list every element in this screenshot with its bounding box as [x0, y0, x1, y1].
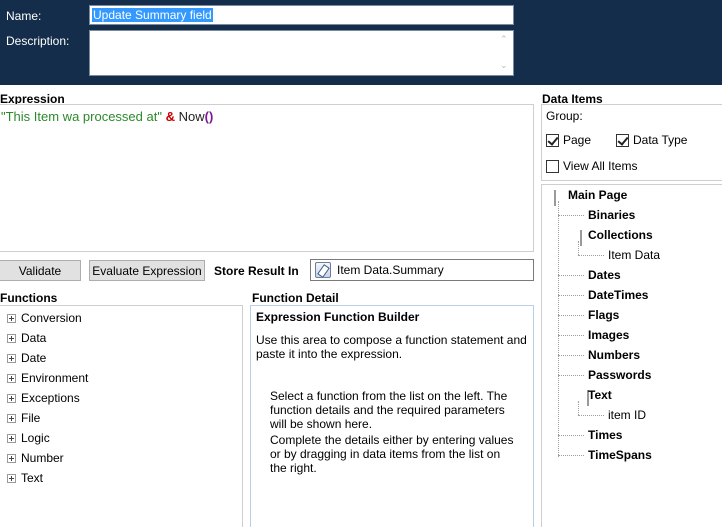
tree-line: [558, 275, 584, 276]
tree-node-binaries[interactable]: Binaries: [588, 208, 635, 222]
tree-node-text[interactable]: Text: [588, 388, 612, 402]
tree-node-datetimes[interactable]: DateTimes: [588, 288, 648, 302]
function-category[interactable]: Environment: [7, 370, 88, 386]
validate-button[interactable]: Validate: [0, 260, 81, 281]
name-value: Update Summary field: [92, 8, 213, 22]
function-builder-instructions: Select a function from the list on the l…: [270, 389, 508, 431]
function-detail-title: Function Detail: [252, 291, 339, 305]
tree-node-images[interactable]: Images: [588, 328, 629, 342]
expand-icon[interactable]: [7, 433, 16, 443]
function-category[interactable]: Number: [7, 450, 64, 466]
checkbox-checked-icon[interactable]: [616, 133, 629, 147]
evaluate-expression-button[interactable]: Evaluate Expression: [89, 260, 205, 281]
tree-node-times[interactable]: Times: [588, 428, 622, 442]
expression-parens: (): [204, 109, 214, 124]
function-category-label: Data: [21, 331, 47, 345]
tree-line: [578, 401, 579, 415]
data-type-checkbox[interactable]: Data Type: [616, 133, 687, 147]
function-category[interactable]: Date: [7, 350, 46, 366]
expression-operator: &: [165, 109, 175, 124]
expand-icon[interactable]: [7, 373, 16, 383]
tree-line: [558, 435, 584, 436]
tree-node-passwords[interactable]: Passwords: [588, 368, 651, 382]
expand-icon[interactable]: [7, 333, 16, 343]
tree-line: [578, 415, 604, 416]
collapse-icon[interactable]: [580, 230, 582, 246]
expand-icon[interactable]: [7, 393, 16, 403]
data-item-icon: [315, 262, 331, 278]
checkbox-unchecked-icon[interactable]: [546, 159, 559, 173]
expression-text: "This Item wa processed at" & Now(): [1, 109, 213, 124]
tree-line: [558, 455, 584, 456]
functions-tree[interactable]: Conversion Data Date Environment Excepti…: [0, 305, 243, 527]
expand-icon[interactable]: [7, 353, 16, 363]
description-label: Description:: [6, 34, 70, 48]
tree-node-collections[interactable]: Collections: [588, 228, 653, 242]
page-checkbox-label: Page: [563, 133, 592, 147]
tree-node-main-page[interactable]: Main Page: [568, 188, 627, 202]
tree-node-item-id[interactable]: item ID: [608, 408, 646, 422]
function-category[interactable]: Logic: [7, 430, 50, 446]
function-category[interactable]: File: [7, 410, 40, 426]
function-category-label: Conversion: [21, 311, 82, 325]
tree-node-flags[interactable]: Flags: [588, 308, 619, 322]
function-builder-intro: Use this area to compose a function stat…: [256, 333, 527, 361]
function-builder-heading: Expression Function Builder: [256, 310, 420, 324]
tree-line: [558, 355, 584, 356]
expand-icon[interactable]: [7, 473, 16, 483]
function-detail-panel: Expression Function Builder Use this are…: [250, 305, 534, 527]
tree-node-timespans[interactable]: TimeSpans: [588, 448, 652, 462]
expand-icon[interactable]: [7, 313, 16, 323]
function-category[interactable]: Data: [7, 330, 46, 346]
tree-line: [558, 295, 584, 296]
tree-node-dates[interactable]: Dates: [588, 268, 621, 282]
data-items-tree[interactable]: Main Page Binaries Collections Item Data…: [541, 184, 722, 527]
data-items-options: Group: Page Data Type View All Items: [541, 104, 722, 181]
expand-icon[interactable]: [7, 413, 16, 423]
view-all-items-label: View All Items: [563, 159, 638, 173]
function-category-label: Environment: [21, 371, 89, 385]
tree-line: [558, 375, 584, 376]
function-category-label: Number: [21, 451, 64, 465]
name-field[interactable]: Update Summary field: [89, 5, 514, 25]
scroll-down-icon[interactable]: ⌄: [500, 60, 508, 71]
tree-line: [578, 255, 604, 256]
expression-editor[interactable]: "This Item wa processed at" & Now(): [0, 104, 534, 252]
function-category-label: Logic: [21, 431, 50, 445]
function-category-label: Text: [21, 471, 44, 485]
checkbox-checked-icon[interactable]: [546, 133, 559, 147]
function-category-label: Exceptions: [21, 391, 80, 405]
functions-title: Functions: [0, 291, 58, 305]
data-type-checkbox-label: Data Type: [633, 133, 688, 147]
function-category[interactable]: Text: [7, 470, 43, 486]
tree-line: [558, 201, 559, 457]
function-category[interactable]: Exceptions: [7, 390, 80, 406]
function-category-label: File: [21, 411, 41, 425]
function-builder-hint: Complete the details either by entering …: [270, 433, 514, 475]
collapse-icon[interactable]: [554, 190, 556, 206]
tree-line: [558, 335, 584, 336]
tree-node-numbers[interactable]: Numbers: [588, 348, 640, 362]
tree-node-item-data[interactable]: Item Data: [608, 248, 660, 262]
name-label: Name:: [6, 9, 42, 23]
description-field[interactable]: ⌃ ⌄: [89, 30, 514, 76]
expression-function: Now: [178, 109, 205, 124]
store-result-field[interactable]: Item Data.Summary: [310, 259, 534, 281]
expression-string-literal: "This Item wa processed at": [1, 109, 162, 124]
tree-line: [558, 315, 584, 316]
page-checkbox[interactable]: Page: [546, 133, 591, 147]
scroll-up-icon[interactable]: ⌃: [500, 34, 508, 45]
view-all-items-checkbox[interactable]: View All Items: [546, 159, 637, 173]
tree-line: [558, 215, 584, 216]
expand-icon[interactable]: [7, 453, 16, 463]
description-scrollbar[interactable]: ⌃ ⌄: [498, 32, 512, 74]
group-label: Group:: [546, 109, 583, 123]
store-result-label: Store Result In: [214, 264, 299, 278]
store-result-value: Item Data.Summary: [337, 263, 444, 277]
function-category-label: Date: [21, 351, 47, 365]
function-category[interactable]: Conversion: [7, 310, 82, 326]
tree-line: [578, 241, 579, 255]
